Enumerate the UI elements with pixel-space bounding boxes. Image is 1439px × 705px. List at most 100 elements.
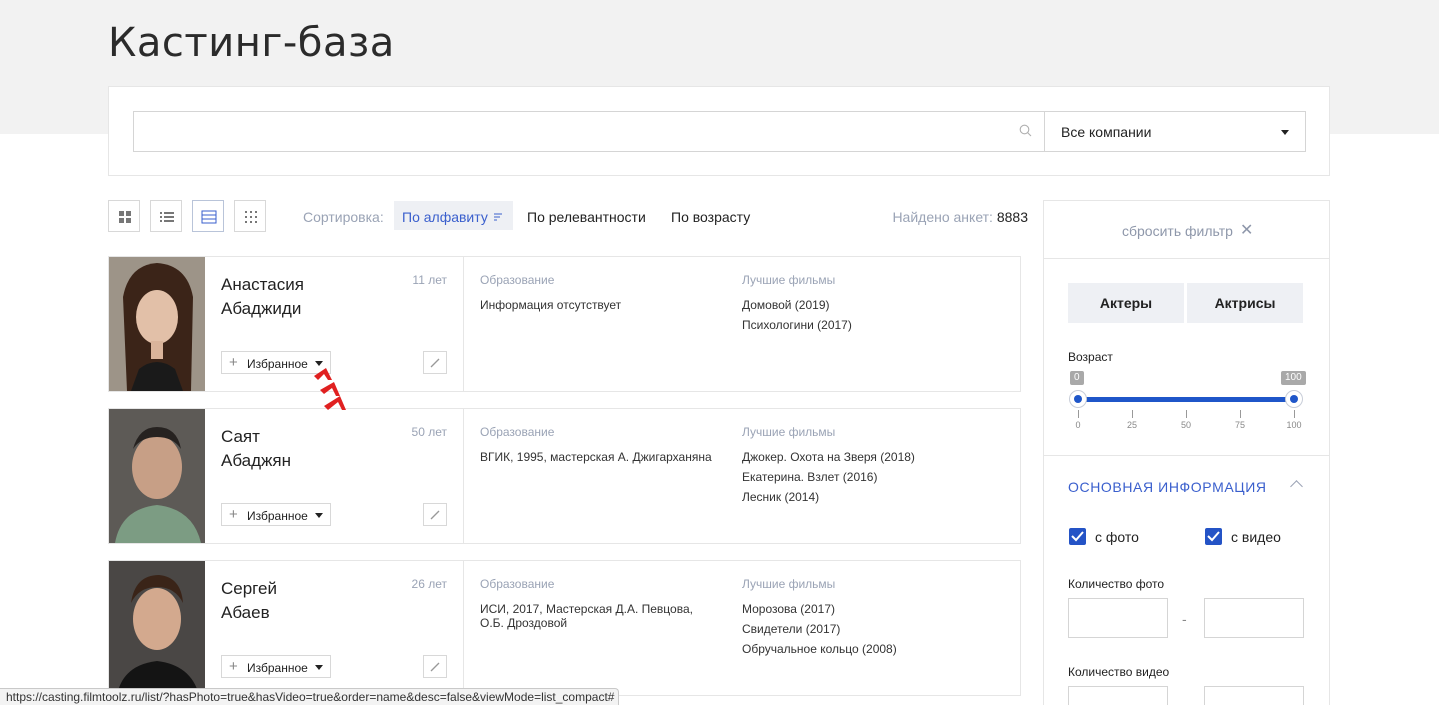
search-field[interactable] [133, 111, 1045, 152]
view-list-button[interactable] [150, 200, 182, 232]
results-toolbar: Сортировка: По алфавиту По релевантности… [108, 200, 1028, 232]
with-photo-label[interactable]: с фото [1095, 529, 1139, 545]
sort-age-button[interactable]: По возрасту [663, 201, 758, 230]
sort-relevance-label: По релевантности [527, 209, 646, 225]
edit-button[interactable] [423, 503, 447, 526]
company-select[interactable]: Все компании [1044, 111, 1306, 152]
reset-filter-button[interactable]: сбросить фильтр ✕ [1044, 201, 1329, 259]
with-video-label[interactable]: с видео [1231, 529, 1281, 545]
actor-first-name: Анастасия [221, 275, 304, 294]
cursor-arrows-icon [314, 368, 346, 410]
films-heading: Лучшие фильмы [742, 425, 836, 439]
company-select-value: Все компании [1061, 124, 1152, 140]
age-tick-label: 50 [1180, 420, 1191, 430]
education-value: Информация отсутствует [480, 298, 622, 312]
add-favorite-button[interactable]: + Избранное [221, 655, 331, 678]
age-tick [1294, 410, 1295, 418]
portrait-photo-girl [109, 257, 205, 391]
plus-icon: + [229, 506, 238, 523]
card-divider [463, 409, 464, 543]
education-value: ИСИ, 2017, Мастерская Д.А. Певцова, О.Б.… [480, 602, 693, 630]
search-icon[interactable] [1019, 124, 1032, 137]
grid-large-icon [119, 211, 131, 223]
page-title: Кастинг-база [108, 20, 395, 66]
actresses-button[interactable]: Актрисы [1187, 283, 1303, 323]
actors-button[interactable]: Актеры [1068, 283, 1184, 323]
with-photo-checkbox[interactable] [1069, 528, 1086, 545]
view-grid-large-button[interactable] [108, 200, 140, 232]
view-grid-small-button[interactable] [234, 200, 266, 232]
age-min-handle[interactable] [1069, 390, 1087, 408]
photo-count-max-input[interactable] [1204, 598, 1304, 638]
actor-photo[interactable] [109, 257, 205, 391]
filter-sidebar: сбросить фильтр ✕ Актеры Актрисы Возраст… [1043, 200, 1330, 705]
age-tick-label: 0 [1075, 420, 1081, 430]
actor-card[interactable]: Анастасия Абаджиди 11 лет + Избранное Об… [108, 256, 1021, 392]
chevron-up-icon[interactable] [1290, 480, 1303, 493]
edit-button[interactable] [423, 655, 447, 678]
film-item[interactable]: Екатерина. Взлет (2016) [742, 467, 915, 487]
film-item[interactable]: Обручальное кольцо (2008) [742, 639, 897, 659]
grid-small-icon [245, 211, 257, 223]
age-min-badge: 0 [1070, 371, 1084, 385]
film-item[interactable]: Морозова (2017) [742, 599, 897, 619]
favorite-label: Избранное [247, 509, 308, 523]
favorite-label: Избранное [247, 357, 308, 371]
card-divider [463, 561, 464, 695]
films-heading: Лучшие фильмы [742, 273, 836, 287]
actor-photo[interactable] [109, 409, 205, 543]
video-count-max-input[interactable] [1204, 686, 1304, 705]
edit-button[interactable] [423, 351, 447, 374]
caret-down-icon [315, 513, 323, 518]
photo-count-label: Количество фото [1068, 577, 1165, 591]
age-range-track[interactable] [1078, 397, 1294, 402]
film-item[interactable]: Джокер. Охота на Зверя (2018) [742, 447, 915, 467]
sort-relevance-button[interactable]: По релевантности [519, 201, 654, 230]
video-count-label: Количество видео [1068, 665, 1170, 679]
sort-alphabet-button[interactable]: По алфавиту [394, 201, 513, 230]
search-input[interactable] [134, 112, 1004, 151]
age-tick [1132, 410, 1133, 418]
film-item[interactable]: Лесник (2014) [742, 487, 915, 507]
age-tick-label: 25 [1126, 420, 1137, 430]
found-label: Найдено анкет: [892, 209, 993, 225]
actor-photo[interactable] [109, 561, 205, 695]
pencil-icon [430, 510, 440, 520]
basic-info-section-toggle[interactable]: ОСНОВНАЯ ИНФОРМАЦИЯ [1068, 479, 1267, 495]
actor-name[interactable]: Сергей Абаев [221, 577, 381, 625]
section-divider [1044, 455, 1329, 456]
with-video-checkbox[interactable] [1205, 528, 1222, 545]
age-max-handle[interactable] [1285, 390, 1303, 408]
actor-name[interactable]: Анастасия Абаджиди [221, 273, 381, 321]
actor-card[interactable]: Сергей Абаев 26 лет + Избранное Образова… [108, 560, 1021, 696]
card-divider [463, 257, 464, 391]
plus-icon: + [229, 354, 238, 371]
actor-card[interactable]: Саят Абаджян 50 лет + Избранное Образова… [108, 408, 1021, 544]
age-label: Возраст [1068, 350, 1113, 364]
actor-age: 26 лет [411, 577, 447, 591]
caret-down-icon [315, 665, 323, 670]
portrait-photo-man [109, 409, 205, 543]
add-favorite-button[interactable]: + Избранное [221, 503, 331, 526]
status-bar-url: https://casting.filmtoolz.ru/list/?hasPh… [0, 688, 620, 705]
view-compact-list-button[interactable] [192, 200, 224, 232]
actor-age: 50 лет [411, 425, 447, 439]
video-count-min-input[interactable] [1068, 686, 1168, 705]
found-count: Найдено анкет: 8883 [892, 209, 1028, 225]
film-item[interactable]: Психологини (2017) [742, 315, 852, 335]
age-tick-label: 100 [1286, 420, 1302, 430]
reset-filter-label: сбросить фильтр [1122, 223, 1233, 239]
film-item[interactable]: Свидетели (2017) [742, 619, 897, 639]
sort-age-label: По возрасту [671, 209, 751, 225]
film-item[interactable]: Домовой (2019) [742, 295, 852, 315]
age-tick [1186, 410, 1187, 418]
photo-count-min-input[interactable] [1068, 598, 1168, 638]
caret-down-icon [1281, 130, 1289, 135]
sort-order-icon [494, 213, 502, 221]
actor-name[interactable]: Саят Абаджян [221, 425, 381, 473]
found-number: 8883 [996, 209, 1028, 225]
checkmark-icon [1207, 531, 1220, 542]
films-list: Домовой (2019) Психологини (2017) [742, 295, 852, 335]
actor-last-name: Абаджян [221, 451, 292, 470]
favorite-label: Избранное [247, 661, 308, 675]
